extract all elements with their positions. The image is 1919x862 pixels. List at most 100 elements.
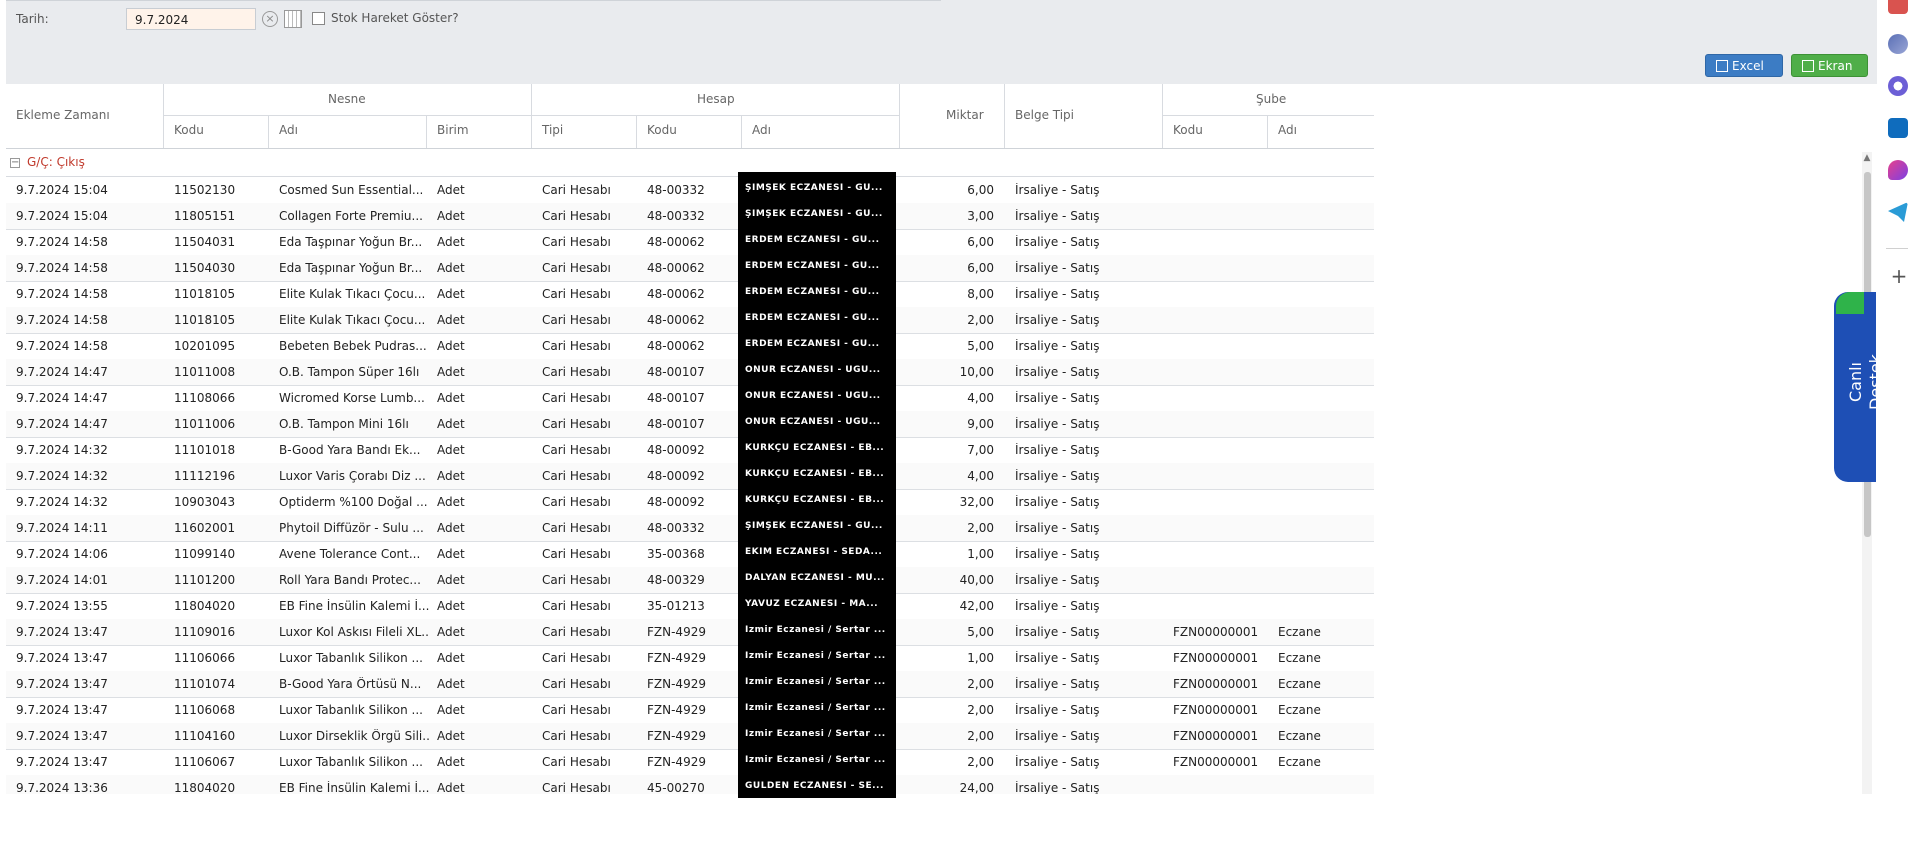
redacted-account-name: KÜRKÇÜ ECZANESİ - EB...: [745, 495, 885, 505]
cell-hesap-kodu: FZN-4929: [647, 651, 706, 665]
cell-nesne-adi: O.B. Tampon Mini 16lı: [279, 417, 409, 431]
cell-nesne-adi: B-Good Yara Bandı Ek...: [279, 443, 421, 457]
cell-hesap-tipi: Cari Hesabı: [542, 547, 611, 561]
table-row[interactable]: 9.7.2024 13:55 11804020 EB Fine İnsülin Ka…: [6, 593, 1374, 620]
add-icon[interactable]: +: [1889, 266, 1909, 286]
table-row[interactable]: 9.7.2024 13:47 11106068 Luxor Tabanlık Sil…: [6, 697, 1374, 724]
cell-nesne-adi: Roll Yara Bandı Protec...: [279, 573, 421, 587]
col-ekleme-zamani[interactable]: Ekleme Zamanı: [16, 108, 110, 122]
cell-nesne-kodu: 11011006: [174, 417, 236, 431]
cell-nesne-adi: Collagen Forte Premiu...: [279, 209, 423, 223]
cell-miktar: 40,00: [959, 573, 994, 587]
cell-birim: Adet: [437, 781, 465, 794]
cell-miktar: 24,00: [959, 781, 994, 794]
redacted-account-name: ŞİMŞEK ECZANESİ - GÜ...: [745, 209, 883, 219]
col-hesap-tipi[interactable]: Tipi: [542, 123, 563, 137]
toolbar: [6, 48, 1877, 84]
cell-belge-tipi: İrsaliye - Satış: [1015, 573, 1100, 587]
cell-nesne-adi: EB Fine İnsülin Kalemi İ...: [279, 599, 429, 613]
calendar-icon[interactable]: [284, 10, 302, 28]
cell-nesne-kodu: 11502130: [174, 183, 236, 197]
cell-belge-tipi: İrsaliye - Satış: [1015, 313, 1100, 327]
scroll-up-arrow-icon[interactable]: ▲: [1862, 152, 1872, 164]
clear-icon[interactable]: ×: [262, 11, 278, 27]
excel-button[interactable]: Excel: [1705, 54, 1783, 77]
monitor-icon: [1802, 60, 1814, 72]
table-row[interactable]: 9.7.2024 14:11 11602001 Phytoil Diffüzör -…: [6, 515, 1374, 542]
cell-time: 9.7.2024 13:47: [16, 651, 108, 665]
table-row[interactable]: 9.7.2024 14:47 11011008 O.B. Tampon Süper …: [6, 359, 1374, 386]
cell-miktar: 3,00: [967, 209, 994, 223]
col-birim[interactable]: Birim: [437, 123, 469, 137]
col-nesne-kodu[interactable]: Kodu: [174, 123, 204, 137]
briefcase-icon[interactable]: [1888, 0, 1908, 14]
stock-movement-checkbox[interactable]: [312, 12, 325, 25]
cell-sube-adi: Eczane: [1278, 677, 1321, 691]
cell-nesne-kodu: 11504031: [174, 235, 236, 249]
cell-miktar: 4,00: [967, 469, 994, 483]
table-row[interactable]: 9.7.2024 13:47 11106067 Luxor Tabanlık Sil…: [6, 749, 1374, 776]
col-sube-adi[interactable]: Adı: [1278, 123, 1297, 137]
cell-sube-adi: Eczane: [1278, 651, 1321, 665]
cell-miktar: 2,00: [967, 755, 994, 769]
group-collapse-icon[interactable]: −: [10, 158, 20, 168]
cell-miktar: 2,00: [967, 313, 994, 327]
cell-nesne-kodu: 11106068: [174, 703, 236, 717]
cell-hesap-kodu: FZN-4929: [647, 677, 706, 691]
table-row[interactable]: 9.7.2024 13:47 11104160 Luxor Dirseklik Ör…: [6, 723, 1374, 750]
cell-hesap-kodu: 48-00107: [647, 391, 705, 405]
table-row[interactable]: 9.7.2024 13:47 11101074 B-Good Yara Örtüsü…: [6, 671, 1374, 698]
cell-hesap-tipi: Cari Hesabı: [542, 599, 611, 613]
cell-time: 9.7.2024 13:47: [16, 703, 108, 717]
cell-nesne-adi: Luxor Tabanlık Silikon ...: [279, 755, 423, 769]
table-row[interactable]: 9.7.2024 14:32 11112196 Luxor Varis Çorabı…: [6, 463, 1374, 490]
table-row[interactable]: 9.7.2024 13:47 11109016 Luxor Kol Askısı F…: [6, 619, 1374, 646]
ekran-button[interactable]: Ekran: [1791, 54, 1868, 77]
table-row[interactable]: 9.7.2024 14:58 11018105 Elite Kulak Tıkacı…: [6, 281, 1374, 308]
table-row[interactable]: 9.7.2024 15:04 11502130 Cosmed Sun Essenti…: [6, 177, 1374, 204]
table-row[interactable]: 9.7.2024 14:58 11504031 Eda Taşpınar Yoğun…: [6, 229, 1374, 256]
col-hesap-adi[interactable]: Adı: [752, 123, 771, 137]
cell-time: 9.7.2024 14:58: [16, 235, 108, 249]
table-row[interactable]: 9.7.2024 13:36 11804020 EB Fine İnsülin Ka…: [6, 775, 1374, 794]
cell-belge-tipi: İrsaliye - Satış: [1015, 391, 1100, 405]
cell-nesne-adi: Avene Tolerance Cont...: [279, 547, 421, 561]
date-input[interactable]: 9.7.2024: [126, 8, 256, 30]
redacted-account-name: İzmir Eczanesi / Sertar ...: [745, 677, 886, 687]
cell-hesap-kodu: 48-00062: [647, 235, 705, 249]
table-row[interactable]: 9.7.2024 14:06 11099140 Avene Tolerance Co…: [6, 541, 1374, 568]
cell-belge-tipi: İrsaliye - Satış: [1015, 261, 1100, 275]
copilot-icon[interactable]: [1888, 76, 1908, 96]
table-row[interactable]: 9.7.2024 14:32 11101018 B-Good Yara Bandı …: [6, 437, 1374, 464]
people-icon[interactable]: [1888, 34, 1908, 54]
table-row[interactable]: 9.7.2024 14:32 10903043 Optiderm %100 Doğa…: [6, 489, 1374, 516]
cell-birim: Adet: [437, 469, 465, 483]
table-row[interactable]: 9.7.2024 13:47 11106066 Luxor Tabanlık Sil…: [6, 645, 1374, 672]
cell-hesap-kodu: 35-01213: [647, 599, 705, 613]
cell-sube-kodu: FZN00000001: [1173, 625, 1259, 639]
cell-hesap-tipi: Cari Hesabı: [542, 183, 611, 197]
cell-birim: Adet: [437, 313, 465, 327]
cell-miktar: 5,00: [967, 339, 994, 353]
table-row[interactable]: 9.7.2024 15:04 11805151 Collagen Forte Pre…: [6, 203, 1374, 230]
table-row[interactable]: 9.7.2024 14:47 11108066 Wicromed Korse Lum…: [6, 385, 1374, 412]
col-hesap-kodu[interactable]: Kodu: [647, 123, 677, 137]
table-row[interactable]: 9.7.2024 14:58 11018105 Elite Kulak Tıkacı…: [6, 307, 1374, 334]
designer-icon[interactable]: [1888, 160, 1908, 180]
cell-hesap-tipi: Cari Hesabı: [542, 573, 611, 587]
col-miktar[interactable]: Miktar: [946, 108, 984, 122]
cell-hesap-kodu: FZN-4929: [647, 755, 706, 769]
cell-sube-adi: Eczane: [1278, 625, 1321, 639]
table-row[interactable]: 9.7.2024 14:01 11101200 Roll Yara Bandı Pr…: [6, 567, 1374, 594]
table-row[interactable]: 9.7.2024 14:58 10201095 Bebeten Bebek Pudr…: [6, 333, 1374, 360]
cell-hesap-tipi: Cari Hesabı: [542, 651, 611, 665]
col-belge-tipi[interactable]: Belge Tipi: [1015, 108, 1074, 122]
cell-belge-tipi: İrsaliye - Satış: [1015, 443, 1100, 457]
cell-miktar: 10,00: [959, 365, 994, 379]
outlook-icon[interactable]: [1888, 118, 1908, 138]
col-sube-kodu[interactable]: Kodu: [1173, 123, 1203, 137]
redacted-account-name: İzmir Eczanesi / Sertar ...: [745, 729, 886, 739]
table-row[interactable]: 9.7.2024 14:47 11011006 O.B. Tampon Mini 1…: [6, 411, 1374, 438]
table-row[interactable]: 9.7.2024 14:58 11504030 Eda Taşpınar Yoğun…: [6, 255, 1374, 282]
col-nesne-adi[interactable]: Adı: [279, 123, 298, 137]
